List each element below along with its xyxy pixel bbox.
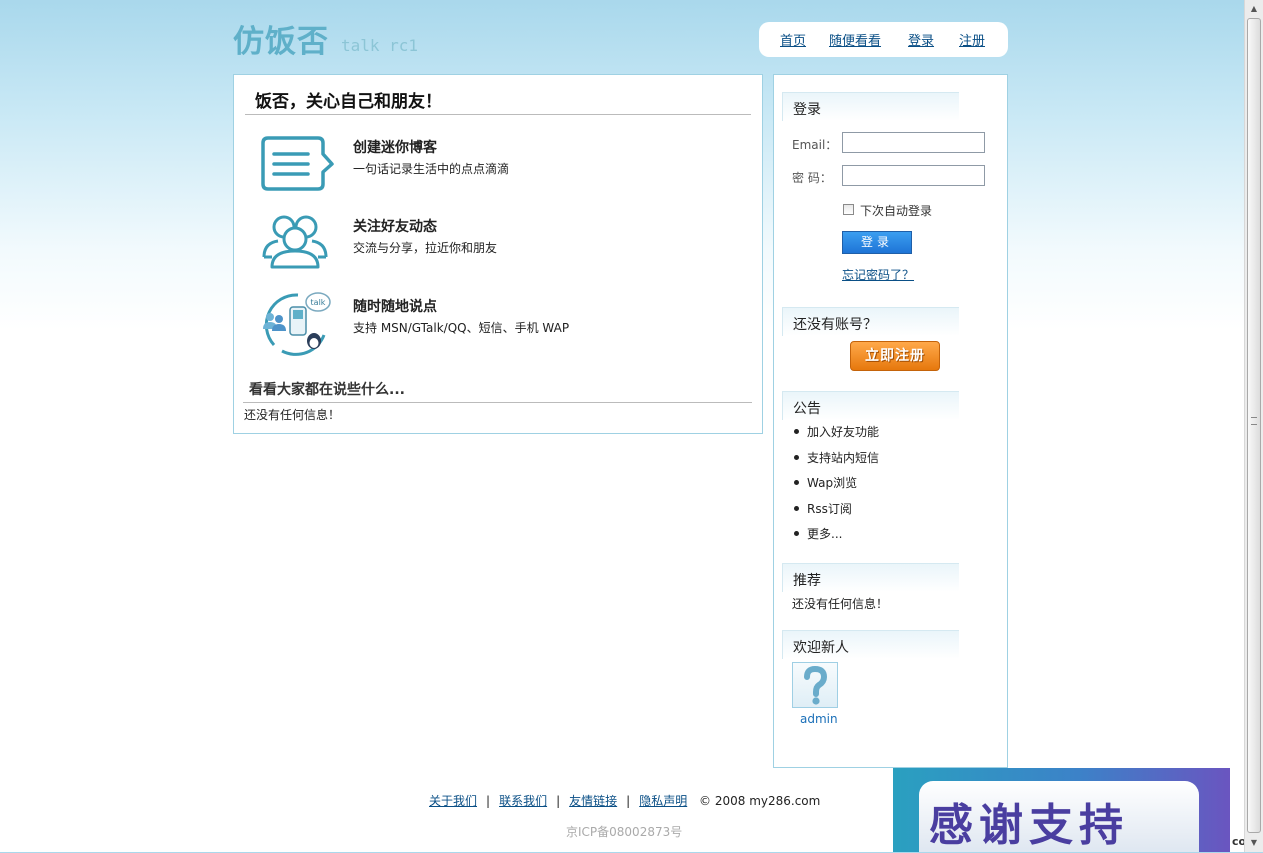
- chat-bubble-icon: [261, 136, 334, 191]
- divider: [245, 114, 751, 115]
- feature-item: 创建迷你博客 一句话记录生活中的点点滴滴: [260, 132, 740, 202]
- notice-item: 支持站内短信: [792, 449, 879, 475]
- copyright: © 2008 my286.com: [699, 794, 821, 808]
- nav-register-link[interactable]: 注册: [959, 30, 985, 49]
- footer-friendlinks-link[interactable]: 友情链接: [569, 794, 617, 808]
- feature-desc: 支持 MSN/GTalk/QQ、短信、手机 WAP: [353, 321, 570, 335]
- feature-item: 关注好友动态 交流与分享，拉近你和朋友: [260, 211, 740, 281]
- divider: [243, 402, 752, 403]
- banner-text: 感谢支持: [929, 800, 1129, 851]
- login-button[interactable]: 登录: [842, 231, 912, 254]
- talk-devices-icon: talk: [263, 292, 331, 356]
- feature-title: 关注好友动态: [353, 219, 437, 235]
- main-panel: 饭否，关心自己和朋友！ 创建迷你博客 一句话记录生活中的点点滴滴 关注好友动态 …: [233, 74, 763, 434]
- scrollbar-thumb[interactable]: [1247, 18, 1261, 833]
- password-label: 密 码：: [792, 171, 832, 185]
- footer-about-link[interactable]: 关于我们: [429, 794, 477, 808]
- nav-home-link[interactable]: 首页: [780, 30, 806, 49]
- section-title: 推荐: [793, 573, 821, 589]
- login-section-header: 登录: [782, 92, 959, 121]
- section-title: 登录: [793, 102, 821, 118]
- section-title: 欢迎新人: [793, 640, 849, 656]
- logo-version: talk rc1: [341, 36, 419, 55]
- icp-number: 京ICP备08002873号: [566, 825, 683, 839]
- footer-separator: |: [626, 794, 631, 808]
- user-link[interactable]: admin: [800, 712, 838, 726]
- footer-separator: |: [486, 794, 491, 808]
- section-title: 公告: [793, 401, 821, 417]
- footer-links: 关于我们 | 联系我们 | 友情链接 | 隐私声明 © 2008 my286.com: [429, 792, 820, 809]
- feature-title: 创建迷你博客: [353, 140, 437, 156]
- section-title: 还没有账号？: [793, 317, 877, 333]
- banner-panel: 感谢支持: [919, 781, 1199, 852]
- email-label: Email：: [792, 138, 838, 152]
- main-title: 饭否，关心自己和朋友！: [255, 92, 442, 112]
- notice-list: 加入好友功能 支持站内短信 Wap浏览 Rss订阅 更多...: [792, 423, 879, 551]
- footer-contact-link[interactable]: 联系我们: [499, 794, 547, 808]
- sidebar: 登录 Email： 密 码： 下次自动登录 登录 忘记密码了？ 还没有账号？ 立…: [773, 74, 1008, 768]
- scroll-down-icon[interactable]: ▼: [1247, 836, 1261, 850]
- newcomers-section-header: 欢迎新人: [782, 630, 959, 659]
- empty-message: 还没有任何信息！: [792, 597, 889, 611]
- notice-section-header: 公告: [782, 391, 959, 420]
- thanks-banner: 感谢支持: [893, 768, 1230, 852]
- nav-login-link[interactable]: 登录: [908, 30, 934, 49]
- register-now-button[interactable]: 立即注册: [850, 341, 940, 371]
- feature-desc: 一句话记录生活中的点点滴滴: [353, 162, 510, 176]
- footer-separator: |: [556, 794, 561, 808]
- notice-item: Rss订阅: [792, 500, 879, 526]
- password-field[interactable]: [842, 165, 985, 186]
- remember-me-label[interactable]: 下次自动登录: [860, 202, 932, 219]
- grip-icon: [1251, 417, 1257, 425]
- logo-text: 仿饭否: [233, 24, 329, 60]
- public-timeline-title: 看看大家都在说些什么...: [249, 382, 405, 398]
- scroll-up-icon[interactable]: ▲: [1247, 2, 1261, 16]
- feature-title: 随时随地说点: [353, 299, 437, 315]
- recommend-section-header: 推荐: [782, 563, 959, 592]
- question-mark-icon: [804, 665, 828, 705]
- remember-me-checkbox[interactable]: [843, 204, 854, 215]
- vertical-scrollbar[interactable]: ▲ ▼: [1244, 0, 1263, 852]
- svg-text:talk: talk: [311, 298, 326, 307]
- question-mark-avatar-icon[interactable]: [792, 662, 838, 708]
- email-field[interactable]: [842, 132, 985, 153]
- top-nav: 首页 随便看看 登录 注册: [759, 22, 1008, 57]
- notice-item: 更多...: [792, 525, 879, 551]
- register-section-header: 还没有账号？: [782, 307, 959, 336]
- notice-item: 加入好友功能: [792, 423, 879, 449]
- footer-privacy-link[interactable]: 隐私声明: [639, 794, 687, 808]
- empty-message: 还没有任何信息！: [244, 408, 341, 422]
- feature-desc: 交流与分享，拉近你和朋友: [353, 241, 498, 255]
- notice-item: Wap浏览: [792, 474, 879, 500]
- forgot-password-link[interactable]: 忘记密码了？: [842, 266, 914, 283]
- feature-item: talk 随时随地说点 支持 MSN/GTalk/QQ、短信、手机 WAP: [260, 291, 740, 361]
- friends-icon: [262, 215, 328, 269]
- nav-browse-link[interactable]: 随便看看: [829, 30, 881, 49]
